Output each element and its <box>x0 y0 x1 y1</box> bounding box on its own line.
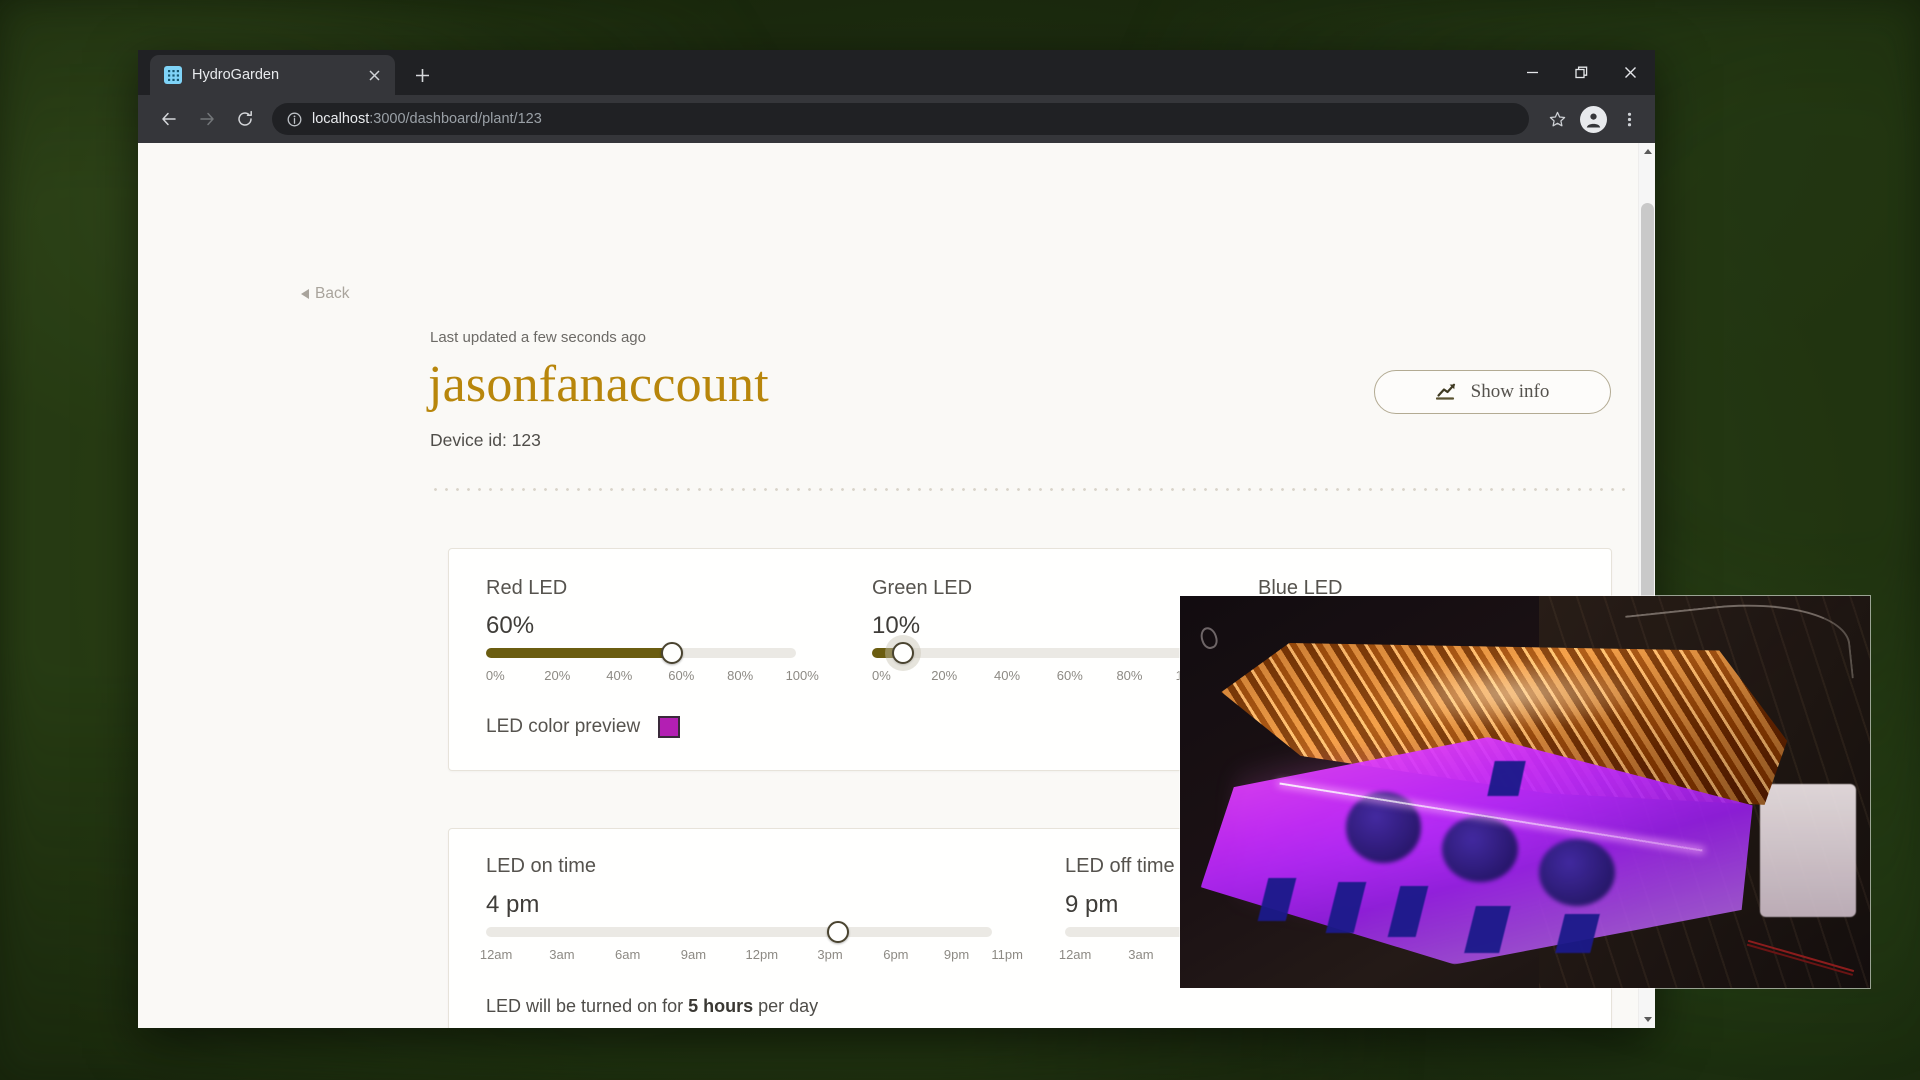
led-color-preview-label: LED color preview <box>486 716 641 737</box>
tick-label: 20% <box>931 668 958 683</box>
note-hours: 5 hours <box>688 996 754 1016</box>
grow-box-camera-overlay <box>1180 596 1870 988</box>
tick-label: 12am <box>479 947 513 962</box>
tick-label: 9am <box>680 947 707 962</box>
led-off-time-label: LED off time <box>1065 855 1175 877</box>
reload-icon[interactable] <box>228 102 262 136</box>
close-icon[interactable] <box>363 64 385 86</box>
tick-label: 20% <box>544 668 571 683</box>
tick-label: 12am <box>1058 947 1092 962</box>
tab-hydrogarden[interactable]: HydroGarden <box>150 55 395 95</box>
photo-plant-pot <box>1538 839 1615 906</box>
red-led-ticks: 0% 20% 40% 60% 80% 100% <box>485 668 819 684</box>
arrow-left-icon[interactable] <box>152 102 186 136</box>
device-id-text: Device id: 123 <box>430 430 541 450</box>
browser-toolbar: localhost:3000/dashboard/plant/123 <box>138 95 1655 143</box>
restore-icon[interactable] <box>1557 50 1606 95</box>
three-dot-menu-icon[interactable] <box>1613 103 1645 135</box>
note-suffix: per day <box>753 996 819 1016</box>
address-bar[interactable]: localhost:3000/dashboard/plant/123 <box>272 103 1529 135</box>
grid-favicon <box>164 66 182 84</box>
tick-label: 6pm <box>883 947 909 962</box>
info-circle-icon[interactable] <box>286 111 303 128</box>
led-off-time-value: 9 pm <box>1065 891 1119 918</box>
tick-label: 40% <box>994 668 1021 683</box>
slider-track <box>872 648 1186 658</box>
tick-label: 9pm <box>943 947 970 962</box>
tick-label: 60% <box>1056 668 1083 683</box>
minimize-icon[interactable] <box>1508 50 1557 95</box>
back-link[interactable]: Back <box>301 285 349 303</box>
green-led-label: Green LED <box>872 577 973 599</box>
led-color-preview-row: LED color preview <box>486 716 681 738</box>
plus-icon[interactable] <box>405 58 439 92</box>
tick-label: 60% <box>668 668 695 683</box>
note-prefix: LED will be turned on for <box>486 996 689 1016</box>
green-led-value: 10% <box>872 612 921 639</box>
back-label: Back <box>315 285 350 302</box>
tick-label: 0% <box>485 668 505 683</box>
star-icon[interactable] <box>1541 103 1573 135</box>
tick-label: 80% <box>1116 668 1143 683</box>
tick-label: 6am <box>615 947 641 962</box>
photo-plant-pot <box>1442 815 1519 883</box>
show-info-button[interactable]: Show info <box>1374 370 1611 414</box>
photo-tape <box>1486 760 1526 796</box>
tab-title: HydroGarden <box>192 67 280 83</box>
arrow-right-icon[interactable] <box>190 102 224 136</box>
led-on-time-ticks: 12am 3am 6am 9am 12pm 3pm 6pm 9pm 11pm <box>480 947 1023 963</box>
account-avatar-icon[interactable] <box>1577 103 1609 135</box>
red-led-slider[interactable] <box>486 642 796 664</box>
show-info-label: Show info <box>1470 381 1550 402</box>
triangle-left-icon <box>301 289 309 299</box>
tick-label: 100% <box>785 668 819 683</box>
led-on-time-value: 4 pm <box>486 891 540 918</box>
green-led-slider[interactable] <box>872 642 1186 664</box>
page-title: jasonfanaccount <box>428 356 769 413</box>
led-on-time-slider[interactable] <box>486 921 992 943</box>
photo-foil-highlight <box>1373 658 1650 730</box>
tick-label: 0% <box>872 668 891 683</box>
tick-label: 12pm <box>745 947 779 962</box>
slider-thumb[interactable] <box>826 921 849 943</box>
avatar <box>1579 105 1607 133</box>
tick-label: 3am <box>1128 947 1154 962</box>
slider-thumb[interactable] <box>661 642 683 664</box>
led-color-preview-swatch <box>658 716 681 738</box>
dotted-divider <box>430 488 1630 491</box>
led-on-time-label: LED on time <box>486 855 597 877</box>
window-controls <box>1508 50 1655 95</box>
url-path: :3000/dashboard/plant/123 <box>369 111 542 127</box>
green-led-ticks: 0% 20% 40% 60% 80% 100% <box>872 668 1209 684</box>
tick-label: 11pm <box>991 947 1023 962</box>
trend-chart-icon <box>1435 383 1458 401</box>
photo-white-panel <box>1759 784 1857 918</box>
close-icon[interactable] <box>1606 50 1655 95</box>
scroll-up-arrow-icon[interactable] <box>1639 143 1655 160</box>
tick-label: 40% <box>606 668 633 683</box>
red-led-label: Red LED <box>486 577 568 599</box>
red-led-value: 60% <box>486 612 535 639</box>
url-host: localhost <box>312 111 370 127</box>
tick-label: 3pm <box>817 947 843 962</box>
url-text: localhost:3000/dashboard/plant/123 <box>312 111 542 127</box>
tab-strip: HydroGarden <box>138 50 1655 95</box>
tick-label: 80% <box>727 668 754 683</box>
scroll-down-arrow-icon[interactable] <box>1639 1011 1655 1028</box>
slider-track <box>486 927 992 937</box>
led-duration-note: LED will be turned on for 5 hours per da… <box>486 996 818 1017</box>
slider-fill <box>486 648 672 658</box>
last-updated-text: Last updated a few seconds ago <box>430 329 646 346</box>
tick-label: 3am <box>549 947 575 962</box>
